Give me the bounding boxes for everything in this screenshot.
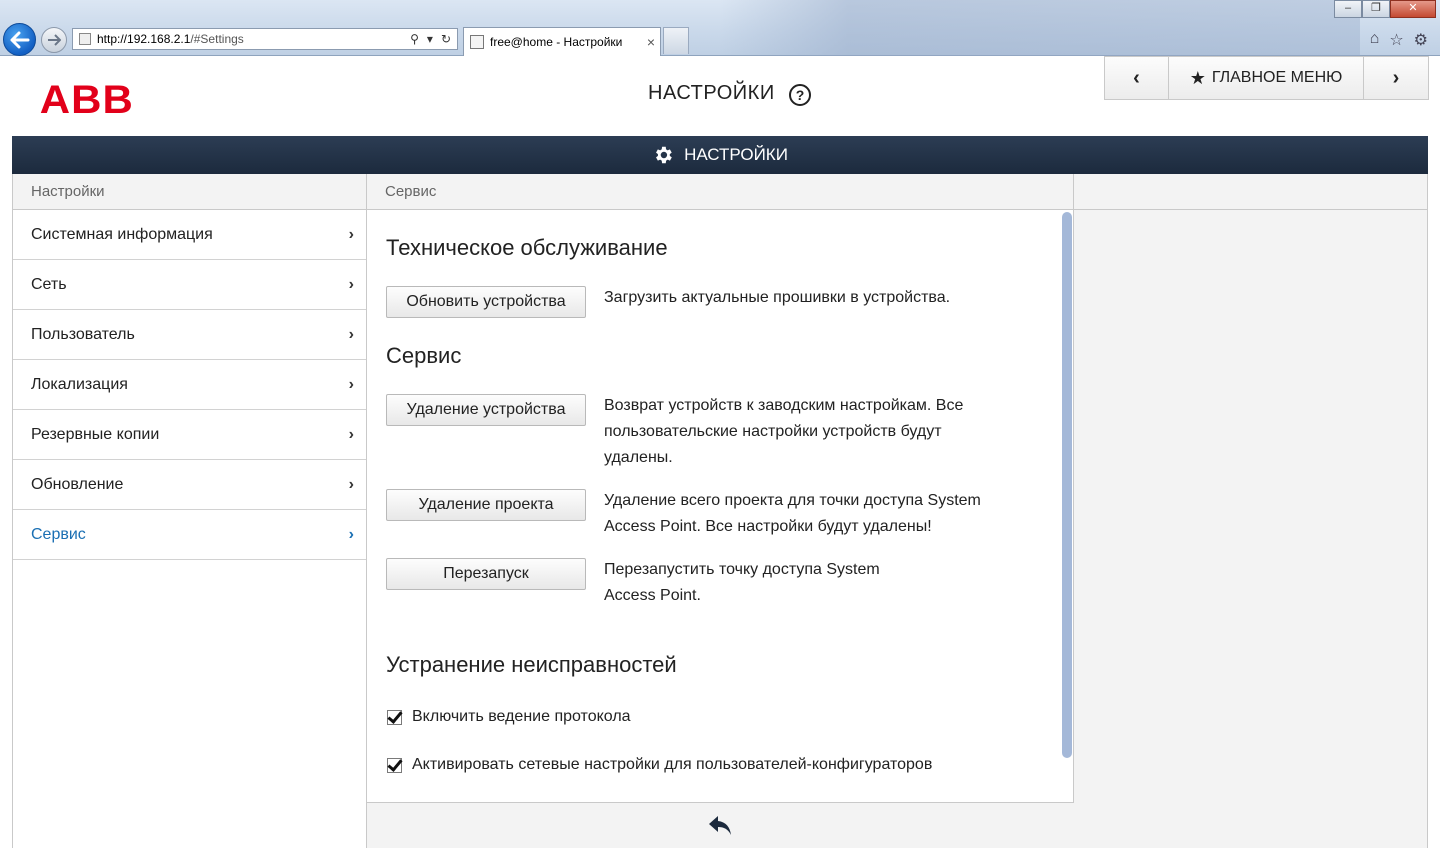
address-bar[interactable]: http://192.168.2.1/#Settings ⚲ ▾ ↻ [72, 28, 458, 50]
section-title: НАСТРОЙКИ [684, 145, 788, 164]
troubleshooting-title: Устранение неисправностей [386, 652, 677, 677]
network-settings-checkbox[interactable] [387, 757, 402, 773]
remove-device-description: Возврат устройств к заводским настройкам… [604, 397, 964, 466]
menu-item-label: Обновление [31, 475, 124, 493]
remove-project-button[interactable]: Удаление проекта [386, 489, 586, 521]
settings-menu-panel: Настройки Системная информация › Сеть › … [13, 174, 367, 848]
star-icon: ★ [1189, 67, 1206, 88]
remove-project-description: Удаление всего проекта для точки доступа… [604, 492, 981, 535]
forward-button[interactable] [41, 27, 67, 53]
details-panel [1074, 174, 1427, 848]
menu-item-backups[interactable]: Резервные копии › [13, 410, 366, 460]
back-button[interactable] [3, 23, 36, 56]
restart-description: Перезапустить точку доступа System Acces… [604, 561, 880, 604]
abb-logo: ABB [39, 78, 134, 122]
page-icon [79, 33, 91, 45]
logging-checkbox[interactable] [387, 709, 402, 725]
network-settings-label: Активировать сетевые настройки для польз… [412, 756, 933, 773]
menu-item-label: Резервные копии [31, 425, 160, 443]
tab-page-icon [470, 35, 484, 49]
menu-item-label: Локализация [31, 375, 128, 393]
page-title: НАСТРОЙКИ [648, 82, 775, 104]
minimize-button[interactable]: – [1334, 0, 1362, 18]
chevron-right-icon: › [348, 426, 354, 443]
home-icon[interactable]: ⌂ [1370, 30, 1380, 50]
menu-item-label: Пользователь [31, 325, 135, 343]
logging-label: Включить ведение протокола [412, 708, 631, 725]
chevron-right-icon: › [348, 326, 354, 343]
close-window-button[interactable]: ✕ [1390, 0, 1436, 18]
chevron-left-icon: ‹ [1133, 66, 1140, 89]
menu-item-update[interactable]: Обновление › [13, 460, 366, 510]
app-header: ABB НАСТРОЙКИ ? ‹ ★ ГЛАВНОЕ МЕНЮ › [0, 56, 1440, 136]
menu-item-user[interactable]: Пользователь › [13, 310, 366, 360]
chevron-right-icon: › [348, 476, 354, 493]
browser-chrome: – ❐ ✕ http://192.168.2.1/#Settings ⚲ ▾ ↻… [0, 0, 1440, 56]
background-window [720, 0, 1360, 56]
chevron-right-icon: › [348, 376, 354, 393]
update-devices-button[interactable]: Обновить устройства [386, 286, 586, 318]
details-panel-heading [1074, 174, 1427, 210]
dropdown-icon[interactable]: ▾ [427, 32, 433, 46]
previous-button[interactable]: ‹ [1105, 57, 1169, 99]
service-title: Сервис [386, 343, 462, 368]
main-menu-button[interactable]: ★ ГЛАВНОЕ МЕНЮ [1169, 57, 1364, 99]
new-tab-button[interactable] [663, 27, 689, 54]
main-menu-label: ГЛАВНОЕ МЕНЮ [1211, 69, 1343, 86]
gear-icon [656, 146, 672, 164]
menu-item-label: Системная информация [31, 225, 213, 243]
network-settings-option[interactable]: Активировать сетевые настройки для польз… [387, 756, 932, 774]
service-panel-heading: Сервис [367, 174, 1073, 210]
scrollbar[interactable] [1062, 212, 1072, 758]
maintenance-title: Техническое обслуживание [386, 235, 668, 260]
menu-item-label: Сервис [31, 525, 86, 543]
help-icon[interactable]: ? [789, 84, 811, 106]
panel-footer [367, 802, 1074, 848]
tab-title: free@home - Настройки [490, 35, 623, 49]
logging-option[interactable]: Включить ведение протокола [387, 708, 631, 726]
browser-tab-active[interactable]: free@home - Настройки × [463, 27, 661, 56]
chevron-right-icon: › [348, 226, 354, 243]
tab-close-icon[interactable]: × [642, 34, 660, 50]
menu-item-localization[interactable]: Локализация › [13, 360, 366, 410]
update-devices-description: Загрузить актуальные прошивки в устройст… [604, 289, 951, 306]
service-panel: Сервис Техническое обслуживание Обновить… [367, 174, 1074, 848]
content-area: Настройки Системная информация › Сеть › … [12, 174, 1428, 848]
remove-device-button[interactable]: Удаление устройства [386, 394, 586, 426]
arrow-right-icon [48, 34, 61, 46]
settings-icon[interactable]: ⚙ [1414, 30, 1428, 50]
service-scroll-area[interactable]: Техническое обслуживание Обновить устрой… [367, 210, 1074, 802]
settings-menu-heading: Настройки [13, 174, 366, 210]
restart-button[interactable]: Перезапуск [386, 558, 586, 590]
menu-item-service[interactable]: Сервис › [13, 510, 366, 560]
menu-item-system-info[interactable]: Системная информация › [13, 210, 366, 260]
menu-item-network[interactable]: Сеть › [13, 260, 366, 310]
section-bar: НАСТРОЙКИ [12, 136, 1428, 174]
chevron-right-icon: › [348, 276, 354, 293]
chevron-right-icon: › [348, 526, 354, 543]
window-controls: – ❐ ✕ [1334, 0, 1436, 18]
favorites-icon[interactable]: ☆ [1389, 30, 1403, 50]
chevron-right-icon: › [1392, 66, 1400, 89]
menu-item-label: Сеть [31, 275, 67, 293]
arrow-left-icon [10, 31, 29, 48]
url-text[interactable]: http://192.168.2.1/#Settings [97, 32, 410, 46]
next-button[interactable]: › [1364, 57, 1428, 99]
back-arrow-icon[interactable] [708, 814, 734, 838]
search-icon[interactable]: ⚲ [410, 32, 419, 46]
restore-button[interactable]: ❐ [1362, 0, 1390, 18]
refresh-icon[interactable]: ↻ [441, 32, 451, 46]
top-navigation: ‹ ★ ГЛАВНОЕ МЕНЮ › [1104, 56, 1429, 100]
